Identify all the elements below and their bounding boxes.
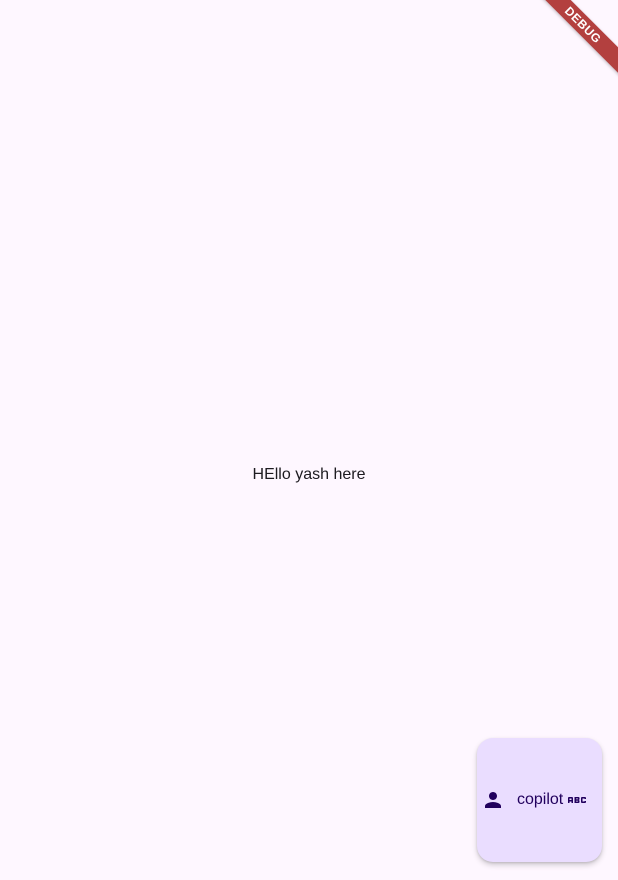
abc-icon <box>565 788 589 812</box>
person-icon <box>481 788 505 812</box>
copilot-fab-label: copilot <box>517 791 564 808</box>
body-message: HEllo yash here <box>252 466 366 483</box>
debug-banner: DEBUG <box>498 0 618 120</box>
copilot-fab-button[interactable]: copilot <box>477 738 602 862</box>
debug-banner-label: DEBUG <box>523 0 618 85</box>
